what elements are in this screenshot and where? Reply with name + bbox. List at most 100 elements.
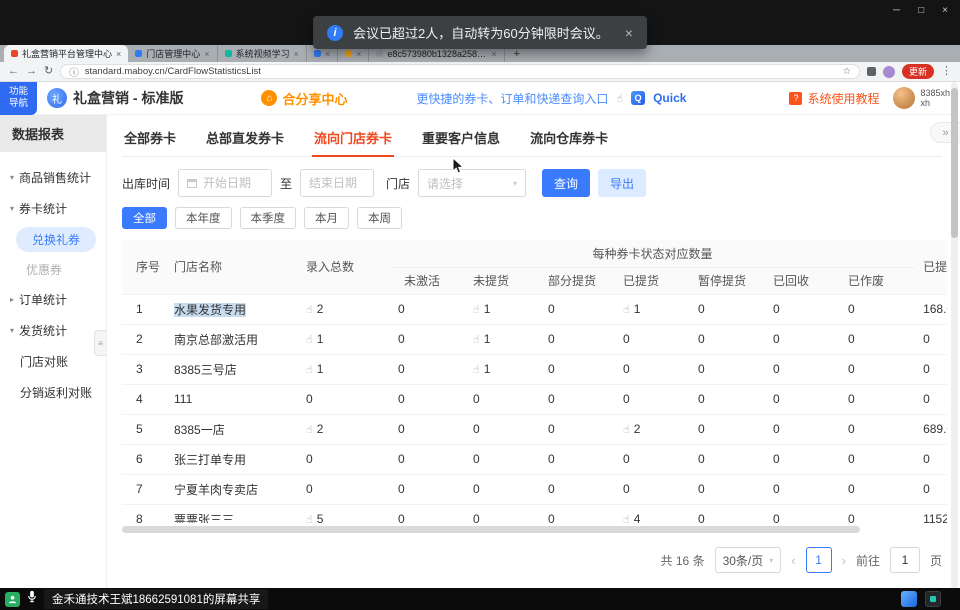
- search-button[interactable]: 查询: [542, 169, 590, 197]
- range-pill[interactable]: 本季度: [240, 207, 297, 229]
- store-select-placeholder: 请选择: [427, 175, 463, 192]
- user-menu[interactable]: 8385xh xh: [893, 87, 950, 109]
- browser-profile-avatar[interactable]: [883, 66, 895, 78]
- end-date-input[interactable]: [300, 169, 374, 197]
- page-scrollbar[interactable]: [951, 82, 958, 588]
- sidebar-collapse-handle[interactable]: ≡: [94, 330, 106, 356]
- range-pill[interactable]: 全部: [122, 207, 167, 229]
- page-suffix: 页: [930, 552, 942, 569]
- table-row[interactable]: 6张三打单专用000000000: [122, 444, 947, 474]
- table-row[interactable]: 7宁夏羊肉专卖店000000000: [122, 474, 947, 504]
- range-pill[interactable]: 本月: [304, 207, 349, 229]
- table-row[interactable]: 8票票张三三☝5000☝40001152: [122, 504, 947, 523]
- quick-entry-tip[interactable]: 更快捷的券卡、订单和快递查询入口: [416, 90, 608, 107]
- cell-status[interactable]: ☝4: [615, 504, 690, 523]
- prev-page-button[interactable]: ‹: [791, 553, 795, 568]
- start-date-field[interactable]: [203, 176, 263, 190]
- quick-link[interactable]: Quick: [653, 91, 686, 105]
- cell-total[interactable]: ☝2: [298, 414, 390, 444]
- close-icon[interactable]: ×: [942, 5, 948, 16]
- browser-update-button[interactable]: 更新: [902, 64, 934, 79]
- to-label: 至: [280, 175, 292, 192]
- sidebar-group[interactable]: ▾券卡统计: [0, 193, 106, 224]
- header-right: 更快捷的券卡、订单和快递查询入口 ☝ Q Quick ? 系统使用教程 8385…: [416, 87, 960, 109]
- tab-close-icon[interactable]: ×: [356, 49, 361, 59]
- cell-total[interactable]: ☝1: [298, 324, 390, 354]
- reload-icon[interactable]: ↻: [44, 66, 53, 77]
- sidebar-group[interactable]: ▾发货统计: [0, 315, 106, 346]
- tab-close-icon[interactable]: ×: [491, 49, 496, 59]
- sidebar-item[interactable]: 门店对账: [0, 346, 106, 377]
- cell-seq: 6: [122, 444, 166, 474]
- cell-status: 0: [690, 444, 765, 474]
- presenter-icon: [5, 592, 20, 607]
- export-button[interactable]: 导出: [598, 169, 646, 197]
- cell-status[interactable]: ☝2: [615, 414, 690, 444]
- tab-close-icon[interactable]: ×: [325, 49, 330, 59]
- table-row[interactable]: 2南京总部激活用☝10☝1000000: [122, 324, 947, 354]
- forward-icon[interactable]: →: [26, 66, 37, 77]
- taskbar-icon-2[interactable]: [925, 591, 941, 607]
- table-row[interactable]: 38385三号店☝10☝1000000: [122, 354, 947, 384]
- chevron-down-icon: ▾: [513, 179, 517, 188]
- next-page-button[interactable]: ›: [842, 553, 846, 568]
- bookmark-star-icon[interactable]: ☆: [842, 66, 851, 77]
- extensions-icon[interactable]: [867, 67, 876, 76]
- cell-status[interactable]: ☝1: [465, 294, 540, 324]
- table-row[interactable]: 58385一店☝2000☝2000689.0: [122, 414, 947, 444]
- current-page-button[interactable]: 1: [806, 547, 832, 573]
- sidebar-group[interactable]: ▸订单统计: [0, 284, 106, 315]
- quick-badge-icon: Q: [631, 91, 645, 105]
- sidebar-item[interactable]: 优惠券: [0, 255, 106, 284]
- page-scrollbar-thumb[interactable]: [951, 88, 958, 238]
- sidebar-item[interactable]: 分销返利对账: [0, 377, 106, 408]
- cell-status: 0: [615, 354, 690, 384]
- horizontal-scrollbar[interactable]: [122, 526, 860, 533]
- minimize-icon[interactable]: ─: [893, 5, 900, 16]
- cell-amount: 1152: [915, 504, 947, 523]
- maximize-icon[interactable]: □: [918, 5, 924, 16]
- browser-tab[interactable]: 系统视频学习×: [218, 45, 307, 62]
- cell-status: 0: [840, 354, 915, 384]
- toast-close-icon[interactable]: ×: [625, 25, 633, 41]
- cell-total[interactable]: ☝5: [298, 504, 390, 523]
- tutorial-link[interactable]: ? 系统使用教程: [789, 90, 879, 107]
- taskbar-icon-1[interactable]: [901, 591, 917, 607]
- tab-close-icon[interactable]: ×: [116, 49, 121, 59]
- browser-menu-icon[interactable]: ⋮: [941, 66, 952, 77]
- cell-status[interactable]: ☝1: [615, 294, 690, 324]
- sidebar-group[interactable]: ▾商品销售统计: [0, 162, 106, 193]
- back-icon[interactable]: ←: [8, 66, 19, 77]
- range-pill[interactable]: 本周: [357, 207, 402, 229]
- function-nav-button[interactable]: 功能 导航: [0, 82, 37, 115]
- cell-status[interactable]: ☝1: [465, 324, 540, 354]
- site-info-icon[interactable]: ⓘ: [69, 65, 79, 79]
- sidebar-item-active[interactable]: 兑换礼券: [16, 227, 96, 252]
- microphone-icon[interactable]: [27, 590, 37, 608]
- page-size-select[interactable]: 30条/页 ▾: [715, 547, 782, 573]
- content-tab[interactable]: 重要客户信息: [420, 123, 502, 156]
- tab-favicon: [314, 50, 321, 57]
- content-tab[interactable]: 流向门店券卡: [312, 123, 394, 157]
- tab-close-icon[interactable]: ×: [204, 49, 209, 59]
- cell-status[interactable]: ☝1: [465, 354, 540, 384]
- content-tab[interactable]: 全部券卡: [122, 123, 178, 156]
- cell-status: 0: [765, 474, 840, 504]
- end-date-field[interactable]: [309, 176, 365, 190]
- start-date-input[interactable]: [178, 169, 272, 197]
- cell-total[interactable]: ☝2: [298, 294, 390, 324]
- cell-seq: 4: [122, 384, 166, 414]
- browser-tab[interactable]: 门店管理中心×: [128, 45, 217, 62]
- range-pill[interactable]: 本年度: [175, 207, 232, 229]
- tab-close-icon[interactable]: ×: [294, 49, 299, 59]
- share-center-link[interactable]: ⌂ 合分享中心: [261, 89, 347, 108]
- content-tab[interactable]: 流向仓库券卡: [528, 123, 610, 156]
- goto-page-input[interactable]: [890, 547, 920, 573]
- table-row[interactable]: 4111000000000: [122, 384, 947, 414]
- store-select[interactable]: 请选择 ▾: [418, 169, 526, 197]
- address-bar[interactable]: ⓘ standard.maboy.cn/CardFlowStatisticsLi…: [60, 64, 860, 79]
- table-row[interactable]: 1水果发货专用☝20☝10☝1000168.0: [122, 294, 947, 324]
- content-tab[interactable]: 总部直发券卡: [204, 123, 286, 156]
- browser-tab[interactable]: 礼盒营销平台管理中心×: [4, 45, 128, 62]
- cell-total[interactable]: ☝1: [298, 354, 390, 384]
